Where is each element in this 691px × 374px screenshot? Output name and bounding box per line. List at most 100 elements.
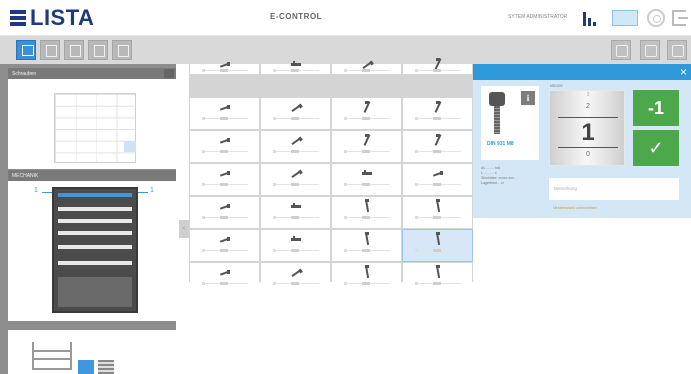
compartment-label <box>344 216 390 219</box>
compartment-cell[interactable] <box>332 230 401 261</box>
logout-icon[interactable] <box>672 10 688 26</box>
close-icon[interactable]: × <box>680 66 687 78</box>
compartment-label <box>273 117 319 120</box>
shelf-mini-grid[interactable] <box>54 93 136 163</box>
section-title-text: Schrauben <box>12 71 37 77</box>
sidebar: Schrauben MECHANIK 1 1 <box>0 64 176 374</box>
compartment-label <box>344 117 390 120</box>
shelf-type-panel <box>8 330 176 374</box>
compartment-cell[interactable] <box>403 164 472 195</box>
top-bar: LISTA E-CONTROL SYTEM ADMINISTRATOR <box>0 0 691 36</box>
section-title-text: MECHANIK <box>12 173 39 179</box>
inventory-view-button[interactable] <box>16 40 36 60</box>
property-line: Lagerbest... xl <box>481 181 504 185</box>
shelf-drawer-icon[interactable] <box>98 360 114 374</box>
compartment-cell[interactable] <box>190 263 259 294</box>
screw-icon <box>219 204 231 210</box>
warning-text: Meldebestand unterschritten <box>553 206 598 210</box>
document-view-button[interactable] <box>88 40 108 60</box>
compartment-cell[interactable] <box>261 61 330 74</box>
panel-header: × <box>473 64 691 80</box>
lista-logo: LISTA <box>10 5 94 30</box>
compartment-cell[interactable] <box>190 197 259 228</box>
compartment-cell[interactable] <box>332 263 401 294</box>
compartment-cell[interactable] <box>261 131 330 162</box>
compartment-cell[interactable] <box>332 197 401 228</box>
compartment-label <box>273 282 319 285</box>
compartment-cell[interactable] <box>261 197 330 228</box>
compartment-cell[interactable] <box>261 98 330 129</box>
compartment-label <box>344 183 390 186</box>
counter-current-value: 1 <box>581 119 595 146</box>
drawer[interactable] <box>58 219 132 223</box>
keyboard-icon[interactable] <box>612 10 638 26</box>
settings-icon[interactable] <box>647 9 665 27</box>
bar-chart-icon[interactable] <box>583 8 599 28</box>
undo-button[interactable] <box>640 40 660 60</box>
image-view-button[interactable] <box>112 40 132 60</box>
compartment-label <box>344 282 390 285</box>
compartment-cell[interactable] <box>190 98 259 129</box>
compartment-cell[interactable] <box>332 98 401 129</box>
counter-below-value: 0 <box>586 151 590 158</box>
screw-icon <box>433 58 443 70</box>
compartment-cell[interactable] <box>403 98 472 129</box>
screw-icon <box>219 62 231 68</box>
screw-icon <box>219 105 231 111</box>
compartment-cell[interactable] <box>403 197 472 228</box>
cabinet-indicator-line <box>138 192 148 193</box>
screw-image-icon <box>489 92 505 136</box>
compartment-cell[interactable] <box>332 60 401 74</box>
shelf-mini-highlight <box>124 141 136 152</box>
drawer[interactable] <box>58 261 132 265</box>
columns-view-button[interactable] <box>64 40 84 60</box>
compartment-cell[interactable] <box>402 229 473 262</box>
compartment-label <box>202 249 248 252</box>
screw-icon <box>291 103 303 112</box>
shelf-selected-icon[interactable] <box>78 360 94 374</box>
compartment-cell[interactable] <box>190 131 259 162</box>
compartment-label <box>415 117 461 120</box>
shelf-unit-icon[interactable] <box>32 342 72 370</box>
screw-icon <box>219 171 231 177</box>
collapse-sidebar-icon[interactable]: ‹ <box>179 220 189 238</box>
compartment-cell[interactable] <box>261 230 330 261</box>
article-name: DIN 931 M8 <box>487 141 514 147</box>
article-properties: d1 ........ m8 L .......... x Stückliste… <box>481 166 539 186</box>
compartment-cell[interactable] <box>190 164 259 195</box>
compartment-cell[interactable] <box>261 164 330 195</box>
quantity-counter[interactable]: 3 2 1 0 <box>549 90 625 166</box>
drawer[interactable] <box>58 245 132 249</box>
compartment-label <box>415 183 461 186</box>
drawer[interactable] <box>58 231 132 235</box>
compartment-cell[interactable] <box>332 164 401 195</box>
drawer-selected[interactable] <box>58 193 132 197</box>
compartment-cell[interactable] <box>403 131 472 162</box>
compartment-cell[interactable] <box>261 263 330 294</box>
compartment-label <box>202 69 248 72</box>
compartment-label <box>415 216 461 219</box>
edit-icon[interactable] <box>164 69 174 78</box>
drawer[interactable] <box>58 207 132 211</box>
compartment-label <box>415 249 461 252</box>
confirm-button[interactable]: ✓ <box>633 130 679 166</box>
counter-above-value: 2 <box>586 103 590 110</box>
info-button[interactable]: i <box>521 91 535 105</box>
remark-input[interactable]: Bemerkung <box>549 178 679 200</box>
compartment-cell[interactable] <box>190 62 259 74</box>
screw-icon <box>291 203 301 209</box>
compartment-cell[interactable] <box>403 263 472 294</box>
list-view-button[interactable] <box>40 40 60 60</box>
screw-icon <box>362 60 374 69</box>
compartment-cell[interactable] <box>332 131 401 162</box>
compartment-label <box>415 69 461 72</box>
sidebar-section-title: Schrauben <box>8 68 176 79</box>
screw-icon <box>291 136 303 145</box>
compartment-cell[interactable] <box>190 230 259 261</box>
home-button[interactable] <box>667 40 687 60</box>
compartment-label <box>202 282 248 285</box>
search-button[interactable] <box>611 40 631 60</box>
cabinet-indicator-line <box>42 192 52 193</box>
compartment-cell[interactable] <box>403 58 472 74</box>
minus-one-button[interactable]: -1 <box>633 90 679 126</box>
